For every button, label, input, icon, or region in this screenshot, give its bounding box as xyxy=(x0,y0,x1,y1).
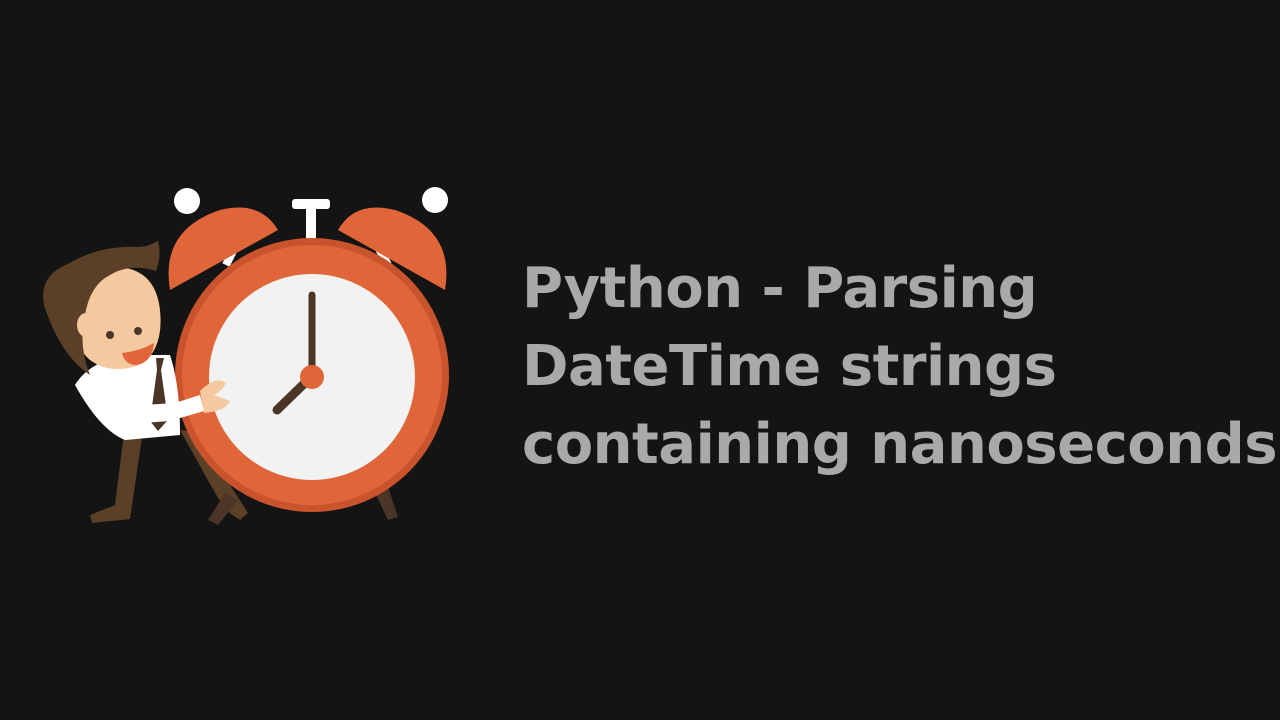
clock-top-button xyxy=(292,199,330,209)
title-line-2: DateTime strings xyxy=(522,334,1057,399)
bell-knob-left xyxy=(174,188,200,214)
page-title: Python - Parsing DateTime strings contai… xyxy=(522,250,1278,484)
clock xyxy=(175,238,449,512)
man-eye-left xyxy=(106,331,114,339)
man-eye-right xyxy=(134,327,142,335)
title-line-1: Python - Parsing xyxy=(522,256,1038,321)
title-line-3: containing nanoseconds xyxy=(522,412,1278,477)
man-ear xyxy=(77,313,95,337)
clock-hub xyxy=(300,365,324,389)
man-with-alarm-clock-illustration xyxy=(43,187,449,525)
bell-knob-right xyxy=(422,187,448,213)
man-left-leg xyxy=(90,425,142,523)
slide-canvas: Python - Parsing DateTime strings contai… xyxy=(0,0,1280,720)
